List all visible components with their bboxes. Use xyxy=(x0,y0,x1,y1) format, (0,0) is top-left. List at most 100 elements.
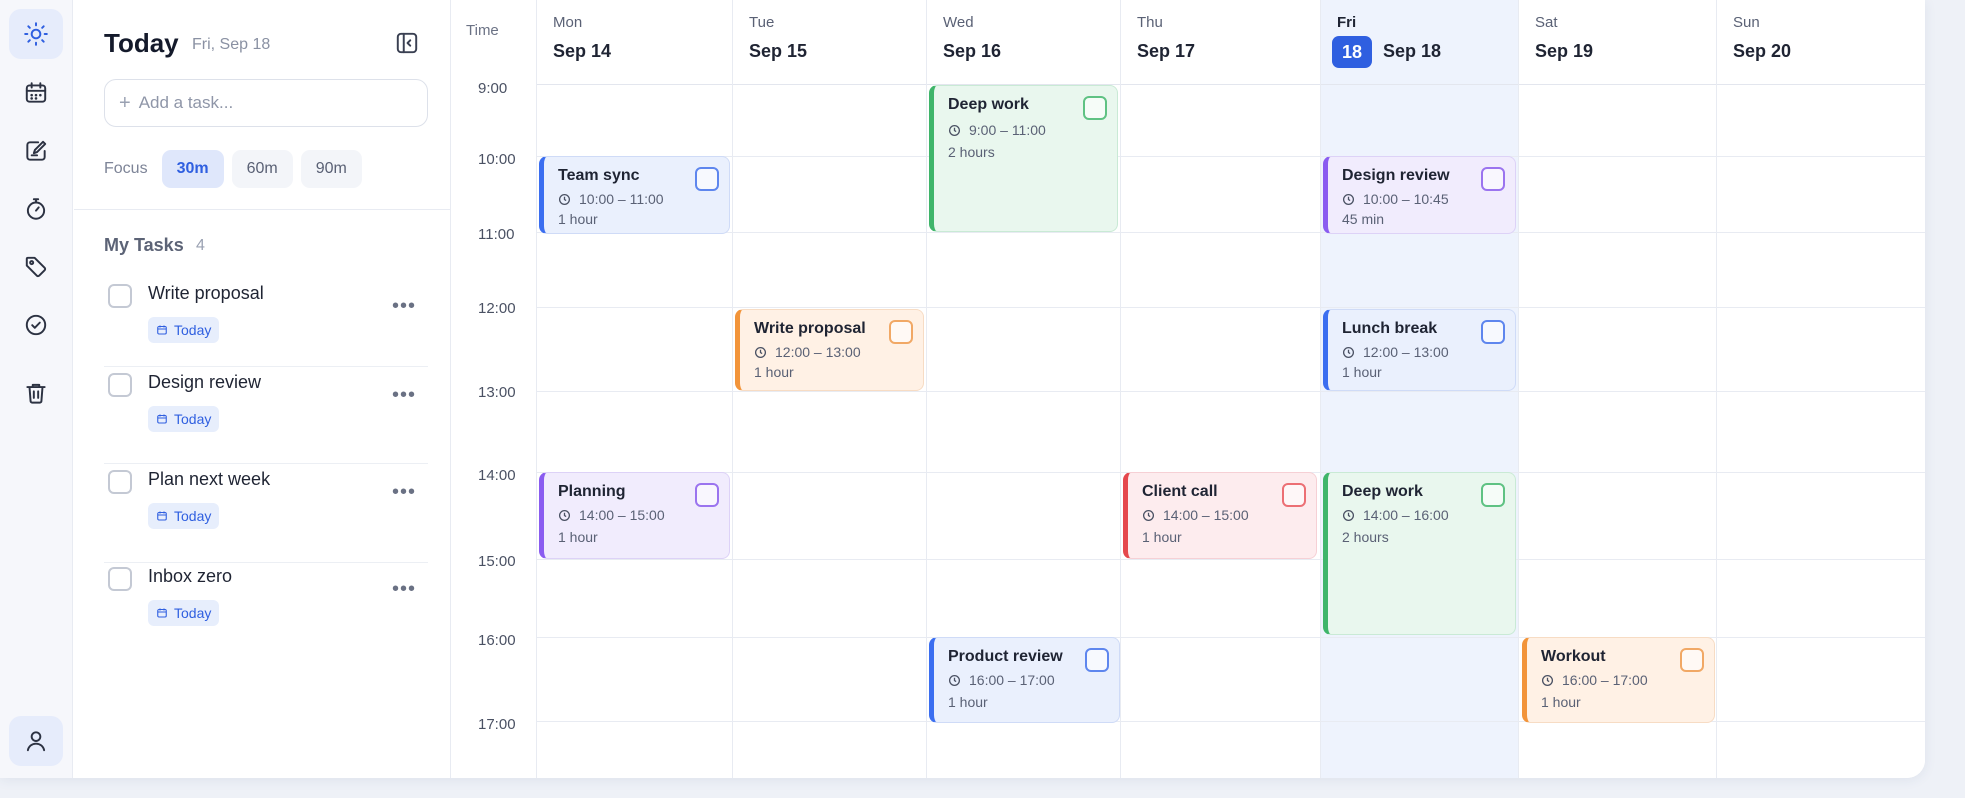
task-checkbox[interactable] xyxy=(108,373,132,397)
event-card[interactable]: Write proposal 12:00 – 13:00 1 hour xyxy=(735,309,924,391)
event-card[interactable]: Design review 10:00 – 10:45 45 min xyxy=(1323,156,1516,234)
day-header-tue[interactable]: Tue Sep 15 xyxy=(732,0,926,84)
event-checkbox[interactable] xyxy=(1085,648,1109,672)
hour-label: 13:00 xyxy=(478,384,516,401)
task-checkbox[interactable] xyxy=(108,470,132,494)
focus-duration-selector: Focus 30m 60m 90m xyxy=(104,150,362,188)
hour-label: 9:00 xyxy=(478,80,508,97)
grid-line xyxy=(1716,84,1717,778)
nav-trash-button[interactable] xyxy=(9,368,63,418)
due-badge: Today xyxy=(148,317,220,343)
more-options-icon[interactable]: ••• xyxy=(392,481,416,504)
task-sidebar: Today Fri, Sep 18 + Add a task... Focus … xyxy=(74,0,451,778)
event-duration: 2 hours xyxy=(948,144,995,160)
event-checkbox[interactable] xyxy=(1083,96,1107,120)
event-card[interactable]: Workout 16:00 – 17:00 1 hour xyxy=(1522,637,1715,723)
clock-icon xyxy=(1342,346,1355,358)
event-duration: 1 hour xyxy=(948,694,988,710)
hour-line xyxy=(536,391,1925,392)
task-checkbox[interactable] xyxy=(108,284,132,308)
event-checkbox[interactable] xyxy=(695,167,719,191)
due-badge: Today xyxy=(148,406,220,432)
event-time-row: 14:00 – 15:00 xyxy=(1142,507,1316,523)
event-checkbox[interactable] xyxy=(1282,483,1306,507)
event-card[interactable]: Deep work 9:00 – 11:00 2 hours xyxy=(929,85,1118,232)
task-item[interactable]: Inbox zero Today ••• xyxy=(104,564,428,650)
hour-line xyxy=(536,721,1925,722)
event-time-row: 14:00 – 16:00 xyxy=(1342,507,1515,523)
event-duration: 2 hours xyxy=(1342,529,1389,545)
divider xyxy=(74,209,451,210)
event-checkbox[interactable] xyxy=(889,320,913,344)
current-date: Fri, Sep 18 xyxy=(192,36,271,53)
day-name: Sun xyxy=(1733,14,1760,31)
nav-completed-button[interactable] xyxy=(9,300,63,350)
event-checkbox[interactable] xyxy=(695,483,719,507)
nav-tags-button[interactable] xyxy=(9,242,63,292)
grid-line xyxy=(1518,84,1519,778)
task-item[interactable]: Design review Today ••• xyxy=(104,370,428,464)
task-checkbox[interactable] xyxy=(108,567,132,591)
clock-icon xyxy=(1142,509,1155,521)
calendar-icon xyxy=(25,82,47,103)
more-options-icon[interactable]: ••• xyxy=(392,295,416,318)
notes-icon xyxy=(26,140,47,161)
calendar-small-icon xyxy=(157,608,167,618)
event-checkbox[interactable] xyxy=(1481,320,1505,344)
my-tasks-count: 4 xyxy=(196,237,205,254)
day-header-fri[interactable]: Fri 18 Sep 18 xyxy=(1320,0,1518,84)
sun-icon xyxy=(24,22,48,46)
event-time: 14:00 – 15:00 xyxy=(579,507,665,523)
day-name: Fri xyxy=(1337,14,1357,31)
day-header-sat[interactable]: Sat Sep 19 xyxy=(1518,0,1716,84)
nav-notes-button[interactable] xyxy=(9,126,63,176)
hour-line xyxy=(536,637,1925,638)
event-checkbox[interactable] xyxy=(1680,648,1704,672)
event-time: 14:00 – 16:00 xyxy=(1363,507,1449,523)
event-time-row: 12:00 – 13:00 xyxy=(754,344,923,360)
hour-label: 17:00 xyxy=(478,716,516,733)
task-item[interactable]: Write proposal Today ••• xyxy=(104,281,428,367)
more-options-icon[interactable]: ••• xyxy=(392,384,416,407)
event-duration: 1 hour xyxy=(1541,694,1581,710)
day-date: Sep 19 xyxy=(1535,41,1594,61)
profile-button[interactable] xyxy=(9,716,63,766)
focus-option-90m[interactable]: 90m xyxy=(300,150,362,188)
day-header-sun[interactable]: Sun Sep 20 xyxy=(1716,0,1925,84)
focus-option-60m[interactable]: 60m xyxy=(231,150,293,188)
day-header-thu[interactable]: Thu Sep 17 xyxy=(1120,0,1320,84)
event-card[interactable]: Product review 16:00 – 17:00 1 hour xyxy=(929,637,1120,723)
nav-today-button[interactable] xyxy=(9,9,63,59)
collapse-sidebar-button[interactable] xyxy=(394,30,420,56)
time-column-header: Time xyxy=(466,22,499,39)
day-name: Tue xyxy=(749,14,775,31)
clock-icon xyxy=(1342,509,1355,521)
day-date: Sep 16 xyxy=(943,41,1002,61)
add-task-input[interactable]: + Add a task... xyxy=(104,79,428,127)
icon-rail xyxy=(0,0,73,778)
grid-line xyxy=(1320,84,1321,778)
due-badge-label: Today xyxy=(174,508,212,524)
due-badge-label: Today xyxy=(174,411,212,427)
event-card[interactable]: Lunch break 12:00 – 13:00 1 hour xyxy=(1323,309,1516,391)
nav-calendar-button[interactable] xyxy=(9,68,63,118)
due-badge-label: Today xyxy=(174,605,212,621)
event-card[interactable]: Planning 14:00 – 15:00 1 hour xyxy=(539,472,730,559)
day-header-mon[interactable]: Mon Sep 14 xyxy=(536,0,732,84)
event-checkbox[interactable] xyxy=(1481,167,1505,191)
more-options-icon[interactable]: ••• xyxy=(392,578,416,601)
my-tasks-heading: My Tasks xyxy=(104,235,184,255)
day-name: Wed xyxy=(943,14,974,31)
event-card[interactable]: Team sync 10:00 – 11:00 1 hour xyxy=(539,156,730,234)
event-duration: 1 hour xyxy=(1142,529,1182,545)
hour-line xyxy=(536,307,1925,308)
event-duration: 1 hour xyxy=(558,529,598,545)
task-item[interactable]: Plan next week Today ••• xyxy=(104,467,428,563)
nav-timer-button[interactable] xyxy=(9,184,63,234)
event-card[interactable]: Client call 14:00 – 15:00 1 hour xyxy=(1123,472,1317,559)
focus-option-30m[interactable]: 30m xyxy=(161,150,224,188)
day-header-wed[interactable]: Wed Sep 16 xyxy=(926,0,1120,84)
event-card[interactable]: Deep work 14:00 – 16:00 2 hours xyxy=(1323,472,1516,635)
event-time: 12:00 – 13:00 xyxy=(1363,344,1449,360)
event-checkbox[interactable] xyxy=(1481,483,1505,507)
